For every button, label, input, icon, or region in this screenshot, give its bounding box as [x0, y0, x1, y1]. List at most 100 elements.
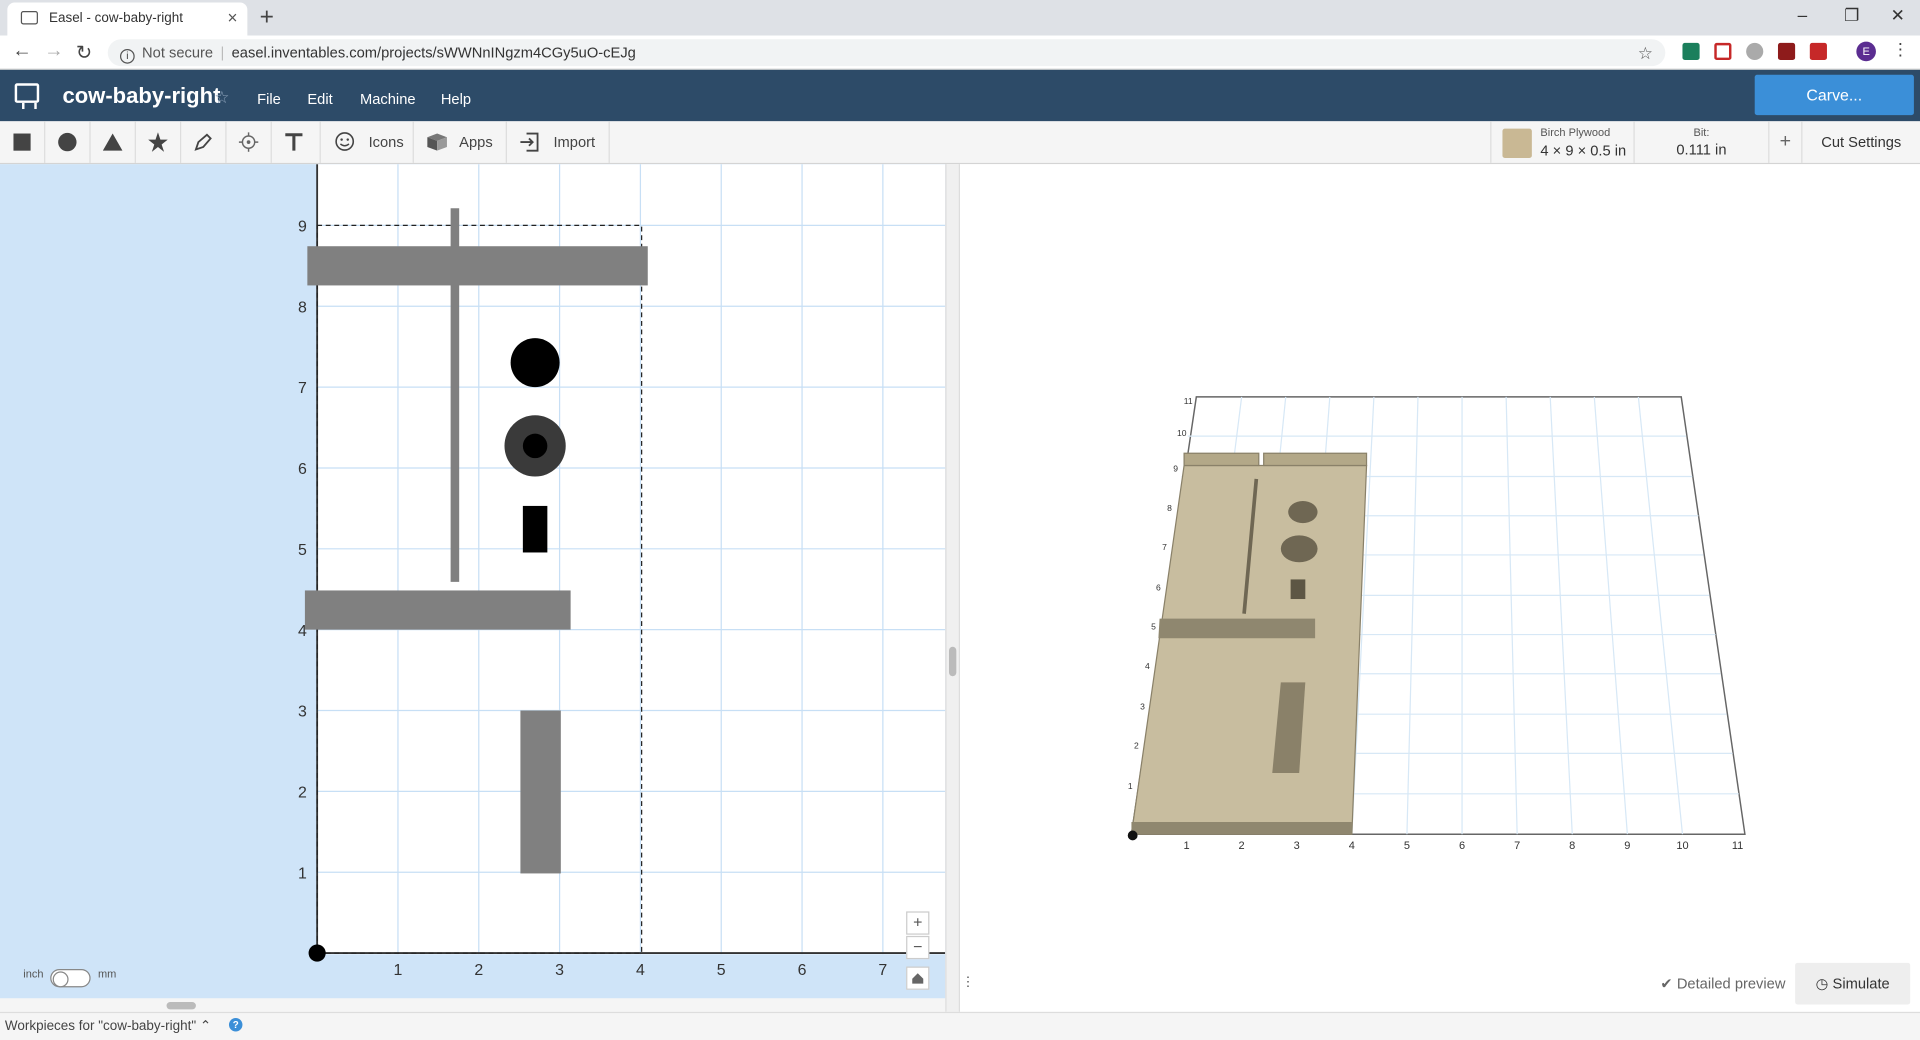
x-tick-label: 1 [1183, 840, 1189, 852]
icons-button[interactable]: Icons [321, 121, 414, 163]
address-bar-row: ← → ↻ i Not secure | easel.inventables.com/… [0, 35, 1920, 70]
menu-file[interactable]: File [257, 91, 281, 108]
plywood-edge [1131, 821, 1352, 835]
triangle-tool[interactable] [91, 121, 136, 163]
cut-settings-button[interactable]: Cut Settings [1802, 121, 1920, 163]
x-tick-label: 7 [878, 962, 887, 979]
star-tool[interactable] [136, 121, 182, 163]
material-selector[interactable]: Birch Plywood 4 × 9 × 0.5 in [1490, 121, 1635, 163]
bookmark-star-icon[interactable]: ☆ [1638, 39, 1653, 66]
home-view-button[interactable] [906, 966, 930, 990]
x-tick-label: 6 [798, 962, 807, 979]
close-window-button[interactable]: ✕ [1891, 5, 1905, 26]
pen-icon [194, 133, 212, 151]
zoom-in-button[interactable]: + [906, 911, 930, 935]
bit-selector[interactable]: Bit: 0.111 in [1635, 121, 1770, 163]
y-tick-label: 1 [298, 865, 307, 882]
preview-pane[interactable]: 1 2 3 4 5 6 7 8 9 10 11 1 2 3 4 5 6 7 8 [960, 164, 1920, 1012]
menu-edit[interactable]: Edit [307, 91, 332, 108]
extension-icon[interactable] [1682, 42, 1700, 61]
zoom-out-button[interactable]: − [906, 935, 930, 960]
rect-hole-shape[interactable] [522, 505, 548, 553]
circle-tool[interactable] [45, 121, 91, 163]
easel-logo-icon[interactable] [14, 83, 40, 110]
reload-icon[interactable]: ↻ [76, 40, 92, 65]
import-button[interactable]: Import [507, 121, 610, 163]
y-tick-label: 3 [298, 704, 307, 721]
y-tick-label: 6 [1156, 582, 1161, 592]
tab-title: Easel - cow-baby-right [48, 11, 183, 26]
extension-icon[interactable] [1746, 42, 1764, 61]
workpieces-toggle[interactable]: Workpieces for "cow-baby-right" ⌃ [5, 1018, 211, 1034]
target-icon [238, 132, 259, 152]
pane-splitter[interactable] [945, 164, 961, 1012]
menu-machine[interactable]: Machine [360, 91, 416, 108]
import-icon [520, 132, 539, 152]
shape-toolbar: Icons Apps Import Birch Plywood 4 × 9 × … [0, 121, 1920, 165]
extension-icon[interactable] [1714, 42, 1732, 61]
close-tab-icon[interactable]: × [228, 7, 238, 27]
y-tick-label: 7 [1162, 542, 1167, 552]
app-header: cow-baby-right ☆ File Edit Machine Help … [0, 69, 1920, 122]
y-tick-label: 6 [298, 461, 307, 478]
add-bit-button[interactable]: + [1769, 121, 1803, 163]
x-tick-label: 3 [555, 962, 564, 979]
triangle-icon [102, 133, 123, 151]
y-tick-label: 7 [298, 380, 307, 397]
x-tick-label: 8 [1569, 840, 1575, 852]
middle-bar-shape[interactable] [304, 590, 571, 630]
monitor-icon [20, 11, 38, 25]
extension-icon[interactable] [1809, 42, 1827, 61]
point-tool[interactable] [227, 121, 272, 163]
restore-button[interactable]: ❐ [1844, 5, 1859, 26]
y-tick-label: 3 [1140, 701, 1145, 711]
import-label: Import [553, 133, 596, 151]
splitter-grip[interactable] [948, 646, 957, 677]
material-size: 4 × 9 × 0.5 in [1540, 142, 1627, 160]
back-icon[interactable]: ← [12, 40, 32, 62]
url-field[interactable]: i Not secure | easel.inventables.com/projec… [107, 39, 1666, 67]
new-tab-button[interactable]: + [260, 4, 274, 32]
panel-toggle-icon[interactable]: ⋮ [961, 974, 974, 990]
top-bar-shape[interactable] [307, 246, 648, 286]
bottom-pocket-shape[interactable] [520, 710, 561, 874]
x-tick-label: 10 [1676, 840, 1688, 852]
carve-button[interactable]: Carve... [1754, 74, 1914, 116]
smiley-icon [335, 132, 355, 151]
menu-help[interactable]: Help [441, 91, 471, 108]
apps-button[interactable]: Apps [414, 121, 507, 163]
minimize-button[interactable]: – [1798, 5, 1808, 25]
info-icon[interactable]: i [120, 49, 135, 64]
extension-icon[interactable] [1777, 42, 1796, 61]
x-tick-label: 3 [1294, 840, 1300, 852]
scrollbar-thumb[interactable] [166, 1002, 196, 1010]
horizontal-scrollbar[interactable] [0, 998, 946, 1012]
forward-icon[interactable]: → [44, 40, 64, 62]
star-icon [148, 132, 168, 152]
simulate-label: Simulate [1832, 975, 1890, 993]
project-name[interactable]: cow-baby-right [62, 83, 220, 109]
units-mm-label: mm [97, 967, 117, 980]
favorite-star-icon[interactable]: ☆ [214, 87, 229, 108]
circle-hole-shape[interactable] [510, 338, 560, 388]
design-canvas-svg[interactable]: 1 2 3 4 5 6 7 1 2 3 4 5 6 7 8 9 [0, 164, 946, 998]
text-icon [285, 133, 303, 151]
inner-hole-shape[interactable] [522, 433, 548, 459]
design-canvas[interactable]: 1 2 3 4 5 6 7 1 2 3 4 5 6 7 8 9 [0, 164, 946, 999]
groove-3d [1158, 618, 1316, 639]
simulate-button[interactable]: ◷ Simulate [1795, 962, 1911, 1005]
profile-avatar[interactable]: E [1856, 41, 1876, 62]
browser-menu-icon[interactable]: ⋮ [1892, 39, 1909, 60]
help-icon[interactable]: ? [228, 1017, 243, 1032]
y-tick-label: 4 [298, 623, 307, 640]
y-tick-label: 10 [1177, 428, 1187, 438]
units-toggle[interactable] [50, 968, 91, 988]
browser-tab[interactable]: Easel - cow-baby-right × [7, 2, 248, 36]
pen-tool[interactable] [181, 121, 227, 163]
preview-3d-svg[interactable]: 1 2 3 4 5 6 7 8 9 10 11 1 2 3 4 5 6 7 8 [960, 164, 1920, 1012]
detailed-preview-toggle[interactable]: ✔ Detailed preview [1660, 975, 1785, 992]
text-tool[interactable] [272, 121, 321, 163]
square-tool[interactable] [0, 121, 46, 163]
y-tick-label: 9 [1173, 464, 1178, 474]
material-swatch [1502, 128, 1532, 159]
